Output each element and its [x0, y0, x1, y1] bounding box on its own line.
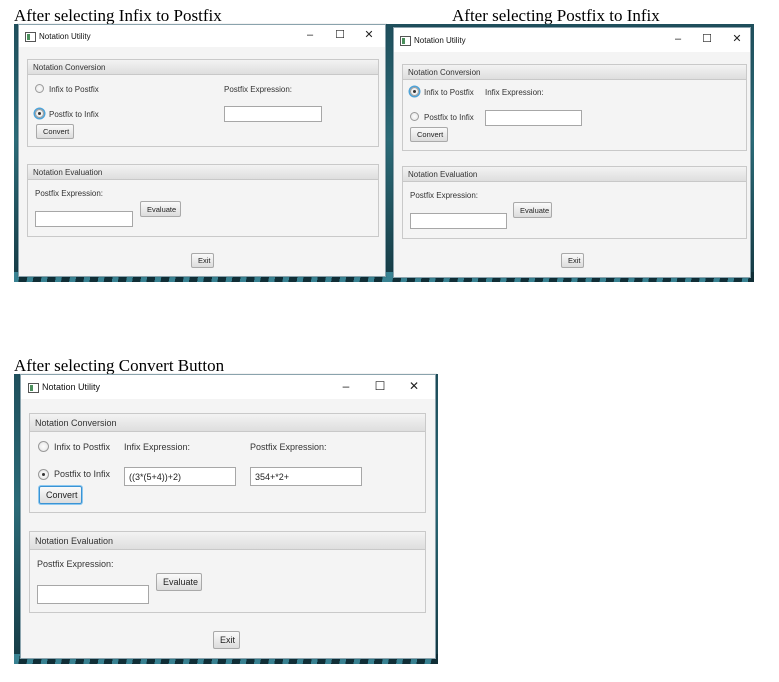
- notation-evaluation-panel: Notation Evaluation Postfix Expression: …: [402, 166, 747, 239]
- eval-postfix-input[interactable]: [410, 213, 507, 229]
- radio-postfix-label: Postfix to Infix: [54, 469, 111, 479]
- postfix-expression-label: Postfix Expression:: [250, 442, 327, 452]
- close-icon[interactable]: ✕: [362, 30, 376, 41]
- infix-expression-input[interactable]: [124, 467, 236, 486]
- radio-postfix-label: Postfix to Infix: [424, 113, 474, 122]
- eval-postfix-input[interactable]: [37, 585, 149, 604]
- notation-utility-window-3: Notation Utility – ☐ ✕ Notation Conversi…: [20, 374, 436, 659]
- radio-infix-to-postfix[interactable]: [38, 441, 49, 452]
- convert-button[interactable]: Convert: [36, 124, 74, 139]
- postfix-expression-input[interactable]: [250, 467, 362, 486]
- notation-conversion-panel: Notation Conversion Infix to Postfix Pos…: [27, 59, 379, 147]
- radio-postfix-to-infix[interactable]: [38, 469, 49, 480]
- radio-infix-label: Infix to Postfix: [54, 442, 111, 452]
- app-icon: [28, 383, 39, 393]
- window-title: Notation Utility: [42, 382, 101, 392]
- window-title: Notation Utility: [39, 32, 91, 41]
- radio-postfix-label: Postfix to Infix: [49, 110, 99, 119]
- caption-infix-to-postfix: After selecting Infix to Postfix: [14, 6, 222, 25]
- panel-header: Notation Evaluation: [403, 167, 746, 182]
- radio-infix-label: Infix to Postfix: [424, 88, 474, 97]
- exit-button[interactable]: Exit: [561, 253, 584, 268]
- exit-button[interactable]: Exit: [213, 631, 240, 649]
- infix-expression-input[interactable]: [485, 110, 582, 126]
- radio-postfix-to-infix[interactable]: [410, 112, 419, 121]
- notation-evaluation-panel: Notation Evaluation Postfix Expression: …: [29, 531, 426, 613]
- eval-postfix-label: Postfix Expression:: [410, 191, 479, 200]
- window-title: Notation Utility: [414, 36, 466, 45]
- caption-convert-button: After selecting Convert Button: [14, 356, 225, 375]
- minimize-icon[interactable]: –: [671, 34, 685, 45]
- title-bar[interactable]: Notation Utility – ☐ ✕: [19, 25, 385, 47]
- panel-header: Notation Conversion: [28, 60, 378, 75]
- notation-utility-window-1: Notation Utility – ☐ ✕ Notation Conversi…: [18, 24, 386, 277]
- minimize-icon[interactable]: –: [339, 380, 353, 392]
- notation-utility-window-2: Notation Utility – ☐ ✕ Notation Conversi…: [393, 27, 751, 278]
- maximize-icon[interactable]: ☐: [700, 34, 714, 45]
- radio-infix-to-postfix[interactable]: [35, 84, 44, 93]
- evaluate-button[interactable]: Evaluate: [513, 202, 552, 218]
- evaluate-button[interactable]: Evaluate: [156, 573, 202, 591]
- notation-conversion-panel: Notation Conversion Infix to Postfix Pos…: [29, 413, 426, 513]
- close-icon[interactable]: ✕: [407, 380, 421, 392]
- app-icon: [25, 32, 36, 42]
- close-icon[interactable]: ✕: [730, 34, 744, 45]
- convert-button[interactable]: Convert: [410, 127, 448, 142]
- app-icon: [400, 36, 411, 46]
- convert-button[interactable]: Convert: [39, 486, 82, 504]
- radio-infix-to-postfix[interactable]: [410, 87, 419, 96]
- maximize-icon[interactable]: ☐: [333, 30, 347, 41]
- title-bar[interactable]: Notation Utility – ☐ ✕: [394, 28, 750, 52]
- panel-header: Notation Conversion: [403, 65, 746, 80]
- infix-expression-label: Infix Expression:: [485, 88, 544, 97]
- caption-postfix-to-infix: After selecting Postfix to Infix: [452, 6, 660, 25]
- eval-postfix-label: Postfix Expression:: [35, 189, 104, 198]
- notation-evaluation-panel: Notation Evaluation Postfix Expression: …: [27, 164, 379, 237]
- radio-postfix-to-infix[interactable]: [35, 109, 44, 118]
- panel-header: Notation Evaluation: [30, 532, 425, 550]
- infix-expression-label: Infix Expression:: [124, 442, 191, 452]
- radio-infix-label: Infix to Postfix: [49, 85, 99, 94]
- panel-header: Notation Conversion: [30, 414, 425, 432]
- notation-conversion-panel: Notation Conversion Infix to Postfix Pos…: [402, 64, 747, 151]
- eval-postfix-label: Postfix Expression:: [37, 559, 114, 569]
- postfix-expression-input[interactable]: [224, 106, 322, 122]
- evaluate-button[interactable]: Evaluate: [140, 201, 181, 217]
- postfix-expression-label: Postfix Expression:: [224, 85, 293, 94]
- maximize-icon[interactable]: ☐: [373, 380, 387, 392]
- title-bar[interactable]: Notation Utility – ☐ ✕: [21, 375, 435, 399]
- exit-button[interactable]: Exit: [191, 253, 214, 268]
- minimize-icon[interactable]: –: [303, 30, 317, 41]
- eval-postfix-input[interactable]: [35, 211, 133, 227]
- panel-header: Notation Evaluation: [28, 165, 378, 180]
